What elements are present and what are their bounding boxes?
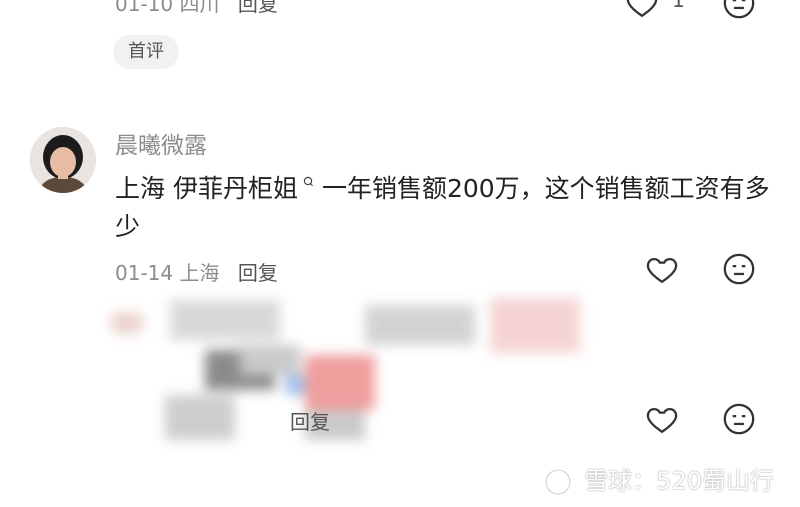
reply-button[interactable]: 回复 xyxy=(238,261,278,285)
first-comment-tag: 首评 xyxy=(113,35,179,69)
neutral-face-icon[interactable] xyxy=(722,252,756,286)
comment-text-prefix: 上海 伊菲丹柜姐 xyxy=(115,174,298,203)
previous-comment-meta: 01-10 四川 回复 xyxy=(115,0,278,17)
username[interactable]: 晨曦微露 xyxy=(115,126,207,160)
comment-date-location: 01-10 四川 xyxy=(115,0,220,16)
search-icon[interactable] xyxy=(302,176,314,192)
redacted-area xyxy=(100,290,600,450)
heart-outline-icon[interactable] xyxy=(625,0,659,20)
comment-date-location: 01-14 上海 xyxy=(115,261,220,285)
neutral-face-icon[interactable] xyxy=(722,0,756,20)
comment-meta: 01-14 上海 回复 xyxy=(115,257,278,286)
neutral-face-icon[interactable] xyxy=(722,402,756,436)
avatar-image xyxy=(30,127,96,193)
snowball-logo-icon xyxy=(544,468,571,496)
watermark: 雪球：520蜀山行 xyxy=(543,461,774,497)
avatar[interactable] xyxy=(30,127,96,193)
comment-text: 上海 伊菲丹柜姐 一年销售额200万，这个销售额工资有多少 xyxy=(115,170,775,246)
heart-outline-icon[interactable] xyxy=(645,402,679,436)
reply-button[interactable]: 回复 xyxy=(238,0,278,16)
reply-button[interactable]: 回复 xyxy=(290,410,330,434)
heart-outline-icon[interactable] xyxy=(645,252,679,286)
like-count: 1 xyxy=(672,0,685,12)
watermark-text: 雪球：520蜀山行 xyxy=(584,467,774,495)
obscured-comment-meta: 回复 xyxy=(290,406,330,435)
